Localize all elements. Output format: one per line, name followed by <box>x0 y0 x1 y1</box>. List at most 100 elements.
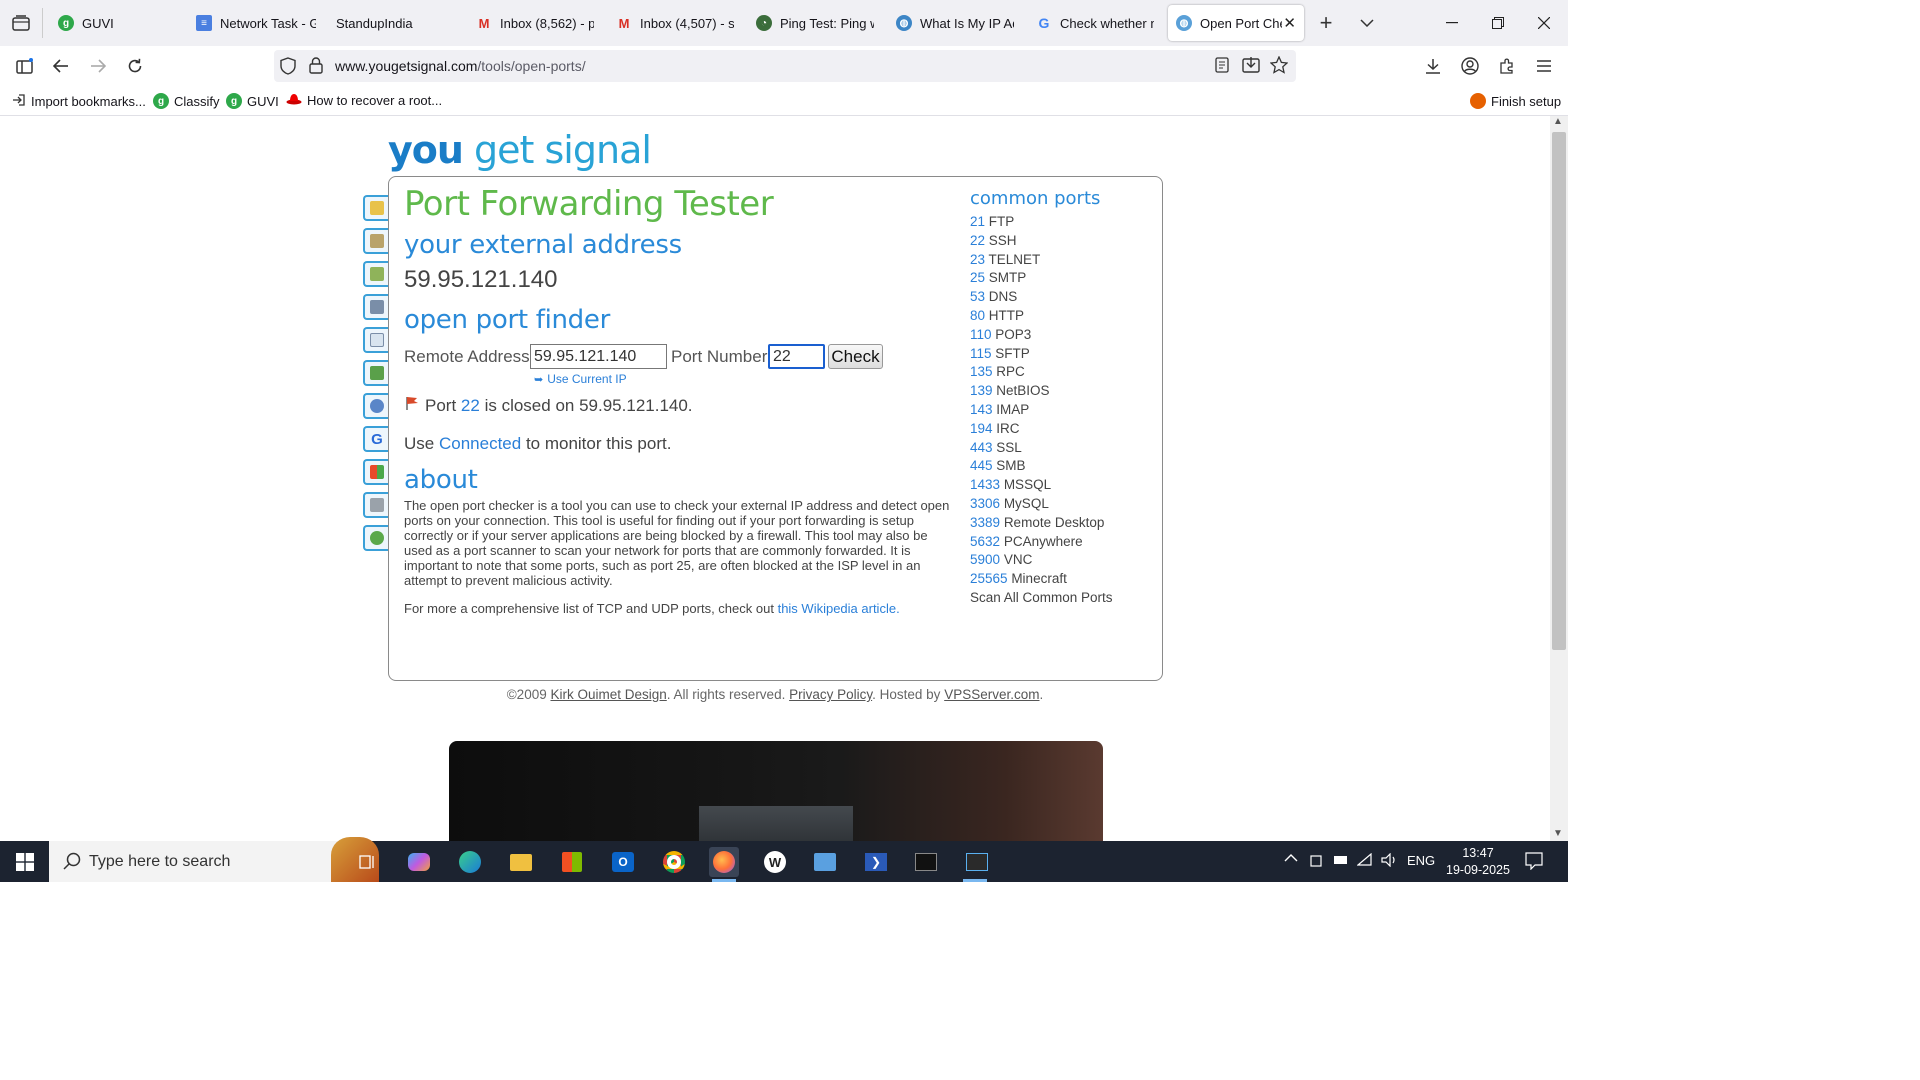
edge-icon[interactable] <box>455 847 485 877</box>
reload-icon[interactable] <box>121 52 149 80</box>
tab-check-whether[interactable]: G Check whether my <box>1036 5 1154 41</box>
tool-globe-icon[interactable] <box>363 525 389 551</box>
common-port-item[interactable]: 3389 Remote Desktop <box>970 514 1113 533</box>
wordpress-icon[interactable]: W <box>760 847 790 877</box>
tool-email-icon[interactable] <box>363 327 389 353</box>
restore-icon[interactable] <box>1483 8 1513 38</box>
firefox-taskbar-icon[interactable] <box>709 847 739 877</box>
tab-inbox-sjp[interactable]: M Inbox (4,507) - sjp <box>616 5 734 41</box>
common-port-item[interactable]: 21 FTP <box>970 213 1113 232</box>
show-hidden-icons[interactable] <box>1284 851 1298 866</box>
tab-standupindia[interactable]: StandupIndia <box>336 5 456 41</box>
common-port-item[interactable]: 1433 MSSQL <box>970 476 1113 495</box>
tool-drive-icon[interactable] <box>363 492 389 518</box>
common-port-item[interactable]: 445 SMB <box>970 457 1113 476</box>
connected-link[interactable]: Connected <box>439 434 521 453</box>
tool-network-location-icon[interactable] <box>363 228 389 254</box>
reader-view-icon[interactable] <box>1215 57 1229 78</box>
common-port-item[interactable]: 115 SFTP <box>970 345 1113 364</box>
sidebar-toggle-icon[interactable] <box>11 52 39 80</box>
host-link[interactable]: VPSServer.com <box>944 687 1039 702</box>
common-port-item[interactable]: 53 DNS <box>970 288 1113 307</box>
scrollbar-thumb[interactable] <box>1552 132 1566 650</box>
chrome-icon[interactable] <box>659 847 689 877</box>
designer-link[interactable]: Kirk Ouimet Design <box>550 687 666 702</box>
powershell-icon[interactable]: ❯ <box>861 847 891 877</box>
notification-icon[interactable] <box>1525 852 1543 873</box>
common-port-item[interactable]: 143 IMAP <box>970 401 1113 420</box>
lock-icon[interactable] <box>309 57 323 79</box>
tab-network-task[interactable]: ≡ Network Task - Go <box>196 5 316 41</box>
use-current-ip-link[interactable]: ➥ Use Current IP <box>534 372 627 386</box>
wifi-icon[interactable] <box>1356 852 1373 870</box>
common-port-item[interactable]: 139 NetBIOS <box>970 382 1113 401</box>
scroll-up-icon[interactable]: ▲ <box>1553 116 1563 127</box>
taskbar-search[interactable]: Type here to search <box>49 837 379 882</box>
common-port-item[interactable]: 5632 PCAnywhere <box>970 533 1113 552</box>
common-port-item[interactable]: 25565 Minecraft <box>970 570 1113 589</box>
scroll-down-icon[interactable]: ▼ <box>1553 828 1563 839</box>
port-number-input[interactable] <box>768 344 825 369</box>
microsoft-store-icon[interactable] <box>557 847 587 877</box>
common-port-item[interactable]: 110 POP3 <box>970 326 1113 345</box>
menu-icon[interactable] <box>1530 52 1558 80</box>
tool-phone-location-icon[interactable] <box>363 261 389 287</box>
bookmark-import[interactable]: Import bookmarks... <box>12 93 146 110</box>
video-ad[interactable] <box>449 741 1103 841</box>
tab-inbox-pr[interactable]: M Inbox (8,562) - pr <box>476 5 594 41</box>
windows-start-icon[interactable] <box>10 847 40 877</box>
tool-help-icon[interactable] <box>363 393 389 419</box>
bookmark-star-icon[interactable] <box>1269 55 1289 79</box>
snipping-tool-icon[interactable] <box>962 847 992 877</box>
common-port-item[interactable]: 5900 VNC <box>970 551 1113 570</box>
control-panel-icon[interactable] <box>810 847 840 877</box>
file-explorer-icon[interactable] <box>506 847 536 877</box>
common-port-item[interactable]: 80 HTTP <box>970 307 1113 326</box>
common-port-item[interactable]: 135 RPC <box>970 363 1113 382</box>
remote-address-input[interactable] <box>530 344 667 369</box>
meet-now-icon[interactable] <box>1309 853 1325 872</box>
language-indicator[interactable]: ENG <box>1407 853 1435 868</box>
tool-sitemap-icon[interactable] <box>363 360 389 386</box>
common-port-item[interactable]: 22 SSH <box>970 232 1113 251</box>
close-tab-icon[interactable]: ✕ <box>1283 14 1296 32</box>
back-arrow-icon[interactable] <box>47 52 75 80</box>
common-port-item[interactable]: 25 SMTP <box>970 269 1113 288</box>
tool-open-ports-icon[interactable] <box>363 195 389 221</box>
url-text[interactable]: www.yougetsignal.com/tools/open-ports/ <box>335 58 586 74</box>
new-tab-icon[interactable]: + <box>1311 8 1341 38</box>
extensions-icon[interactable] <box>1493 52 1521 80</box>
clock[interactable]: 13:47 19-09-2025 <box>1445 845 1511 879</box>
bookmark-recover-root[interactable]: How to recover a root... <box>286 93 442 108</box>
minimize-icon[interactable] <box>1437 8 1467 38</box>
common-port-item[interactable]: 3306 MySQL <box>970 495 1113 514</box>
copilot-icon[interactable] <box>404 847 434 877</box>
close-window-icon[interactable] <box>1529 8 1559 38</box>
forward-arrow-icon[interactable] <box>84 52 112 80</box>
outlook-icon[interactable]: O <box>608 847 638 877</box>
battery-icon[interactable] <box>1333 853 1349 870</box>
terminal-icon[interactable] <box>911 847 941 877</box>
bookmark-guvi[interactable]: g GUVI <box>226 93 279 109</box>
bookmark-classify[interactable]: g Classify <box>153 93 220 109</box>
tab-guvi[interactable]: g GUVI <box>56 5 186 41</box>
task-view-icon[interactable] <box>352 847 382 877</box>
tab-list-icon[interactable] <box>6 8 36 38</box>
wikipedia-link[interactable]: this Wikipedia article. <box>778 601 900 616</box>
common-port-item[interactable]: 23 TELNET <box>970 251 1113 270</box>
downloads-icon[interactable] <box>1419 52 1447 80</box>
common-port-item[interactable]: 443 SSL <box>970 439 1113 458</box>
tab-what-is-my-ip[interactable]: ◍ What Is My IP Add <box>896 5 1014 41</box>
tool-google-icon[interactable]: G <box>363 426 389 452</box>
tool-server-icon[interactable] <box>363 294 389 320</box>
finish-setup-button[interactable]: Finish setup <box>1470 93 1561 109</box>
tab-open-port-checker[interactable]: ◍ Open Port Che ✕ <box>1168 5 1304 41</box>
check-button[interactable]: Check <box>828 344 883 369</box>
privacy-policy-link[interactable]: Privacy Policy <box>789 687 872 702</box>
tab-ping-test[interactable]: ◔ Ping Test: Ping we <box>756 5 874 41</box>
scan-all-common-ports-link[interactable]: Scan All Common Ports <box>970 589 1113 608</box>
tool-windows-icon[interactable] <box>363 459 389 485</box>
result-port-link[interactable]: 22 <box>461 396 480 416</box>
address-bar[interactable]: www.yougetsignal.com/tools/open-ports/ <box>274 50 1296 82</box>
common-port-item[interactable]: 194 IRC <box>970 420 1113 439</box>
